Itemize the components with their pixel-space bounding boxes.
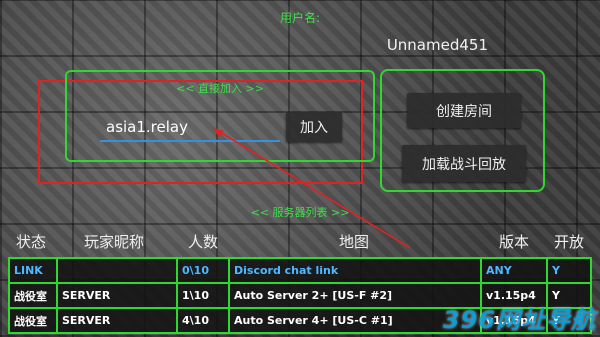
username-value[interactable]: Unnamed451: [0, 36, 488, 54]
column-header-open[interactable]: 开放: [554, 231, 584, 252]
column-header-status[interactable]: 状态: [16, 231, 46, 252]
cell-nickname: SERVER: [56, 307, 178, 334]
cell-status: 战役室: [8, 282, 58, 309]
direct-join-title: << 直接加入 >>: [176, 82, 264, 95]
join-button[interactable]: 加入: [286, 112, 342, 142]
cell-players: 4\10: [176, 307, 230, 334]
column-header-players[interactable]: 人数: [188, 231, 218, 252]
column-header-map[interactable]: 地图: [339, 231, 369, 252]
cell-players: 0\10: [176, 257, 230, 284]
server-list-title: << 服务器列表 >>: [250, 206, 350, 219]
cell-nickname: SERVER: [56, 282, 178, 309]
watermark-logo: 396网址导航: [442, 306, 596, 334]
column-header-nickname[interactable]: 玩家昵称: [84, 231, 144, 252]
cell-status: LINK: [8, 257, 58, 284]
column-header-version[interactable]: 版本: [499, 231, 529, 252]
cell-open: Y: [546, 257, 592, 284]
cell-players: 1\10: [176, 282, 230, 309]
cell-version: ANY: [480, 257, 548, 284]
cell-status: 战役室: [8, 307, 58, 334]
create-room-button[interactable]: 创建房间: [407, 93, 521, 128]
load-replay-button[interactable]: 加载战斗回放: [402, 145, 526, 182]
server-address-field[interactable]: [100, 114, 280, 142]
server-address-input[interactable]: [100, 114, 280, 142]
table-row[interactable]: LINK 0\10 Discord chat link ANY Y: [8, 257, 592, 284]
cell-nickname: [56, 257, 178, 284]
username-label: 用户名:: [279, 11, 321, 25]
cell-map: Discord chat link: [228, 257, 482, 284]
